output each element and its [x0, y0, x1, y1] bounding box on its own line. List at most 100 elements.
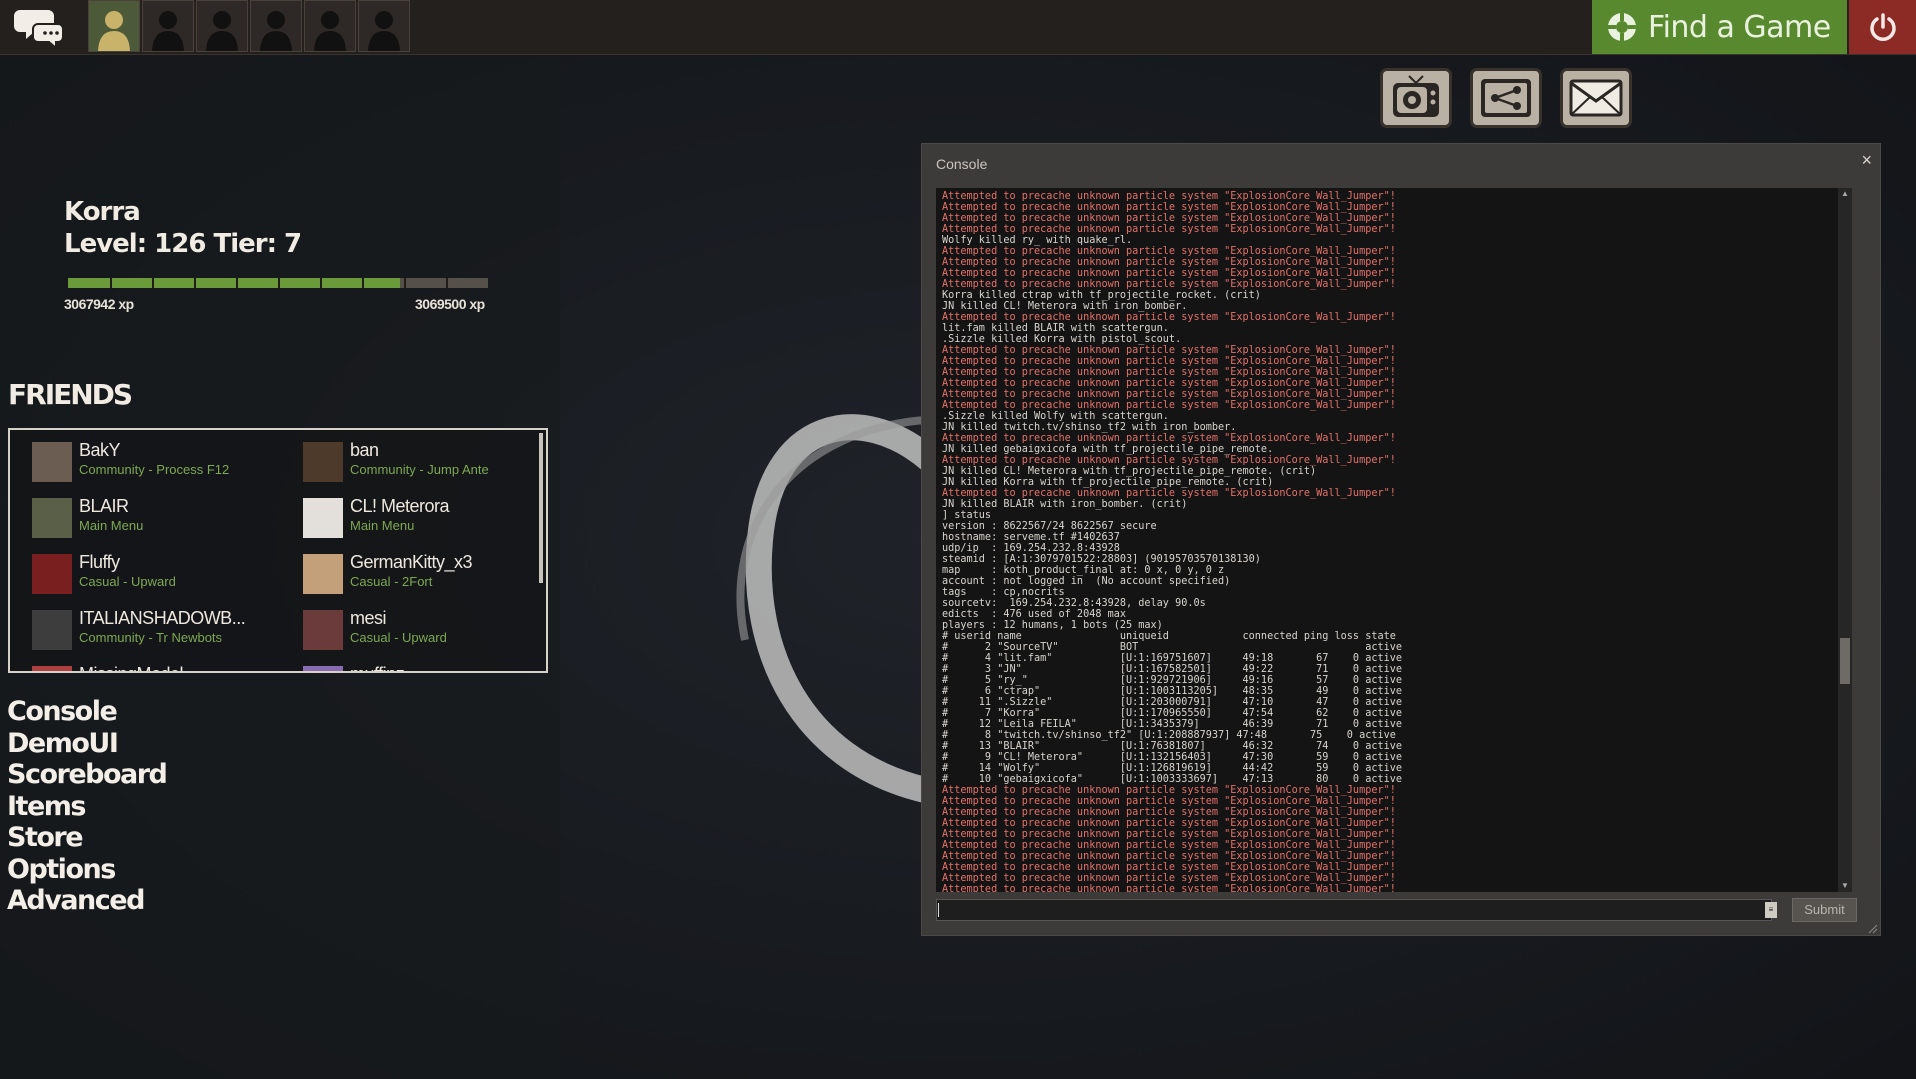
console-error-line: Attempted to precache unknown particle s… [942, 796, 1396, 807]
friend-item[interactable]: BLAIR Main Menu [32, 494, 292, 540]
friend-avatar [32, 554, 72, 594]
console-line: # 11 ".Sizzle" [U:1:203000791] 47:10 47 … [942, 697, 1403, 708]
console-window: Console × Attempted to precache unknown … [921, 143, 1881, 936]
console-line: edicts : 476 used of 2048 max [942, 609, 1127, 620]
console-line: # 12 "Leila FEILA" [U:1:3435379] 46:39 7… [942, 719, 1403, 730]
console-error-line: Attempted to precache unknown particle s… [942, 807, 1396, 818]
console-error-line: Attempted to precache unknown particle s… [942, 433, 1396, 444]
console-line: # 14 "Wolfy" [U:1:126819619] 44:42 59 0 … [942, 763, 1403, 774]
xp-segment-divider [278, 278, 280, 288]
friend-item[interactable]: ITALIANSHADOWB... Community - Tr Newbots [32, 606, 292, 652]
console-line: # 9 "CL! Meterora" [U:1:132156403] 47:30… [942, 752, 1403, 763]
friend-avatar [303, 610, 343, 650]
console-error-line: Attempted to precache unknown particle s… [942, 191, 1396, 202]
party-slot-empty[interactable] [196, 0, 248, 52]
resize-grip-icon[interactable] [1866, 921, 1878, 934]
console-error-line: Attempted to precache unknown particle s… [942, 389, 1396, 400]
menu-item-items[interactable]: Items [7, 791, 166, 823]
menu-item-store[interactable]: Store [7, 822, 166, 854]
friend-item[interactable]: muffinz [303, 662, 546, 671]
close-icon[interactable]: × [1861, 150, 1872, 171]
console-error-line: Attempted to precache unknown particle s… [942, 202, 1396, 213]
party-slot-self[interactable] [88, 0, 140, 52]
console-line: lit.fam killed BLAIR with scattergun. [942, 323, 1169, 334]
menu-item-advanced[interactable]: Advanced [7, 885, 166, 917]
friend-status: Casual - Upward [350, 630, 447, 645]
xp-segment-divider [194, 278, 196, 288]
friend-item[interactable]: BakY Community - Process F12 [32, 438, 292, 484]
console-error-line: Attempted to precache unknown particle s… [942, 356, 1396, 367]
friend-avatar [32, 610, 72, 650]
xp-current: 3067942 xp [64, 296, 134, 312]
friend-avatar [32, 498, 72, 538]
console-line: JN killed CL! Meterora with tf_projectil… [942, 466, 1317, 477]
console-line: # 13 "BLAIR" [U:1:76381807] 46:32 74 0 a… [942, 741, 1403, 752]
xp-next: 3069500 xp [415, 296, 485, 312]
party-slot-empty[interactable] [250, 0, 302, 52]
console-error-line: Attempted to precache unknown particle s… [942, 345, 1396, 356]
console-line: .Sizzle killed Korra with pistol_scout. [942, 334, 1182, 345]
friend-avatar [32, 666, 72, 671]
friend-avatar [303, 442, 343, 482]
console-line: # 8 "twitch.tv/shinso_tf2" [U:1:20888793… [942, 730, 1396, 741]
console-line: steamid : [A:1:3079701522:28803] (901957… [942, 554, 1261, 565]
power-icon[interactable] [1849, 0, 1916, 54]
party-slots [88, 0, 410, 52]
party-slot-empty[interactable] [304, 0, 356, 52]
find-game-label: Find a Game [1648, 9, 1831, 45]
workshop-icon[interactable] [1470, 68, 1542, 128]
friend-item[interactable]: ban Community - Jump Ante [303, 438, 546, 484]
friend-status: Main Menu [350, 518, 415, 533]
console-error-line: Attempted to precache unknown particle s… [942, 257, 1396, 268]
menu-item-options[interactable]: Options [7, 854, 166, 886]
friend-name: CL! Meterora [350, 496, 450, 516]
console-scrollbar[interactable]: ▲ ▼ [1838, 188, 1852, 892]
xp-progress-fill [68, 278, 400, 288]
console-error-line: Attempted to precache unknown particle s… [942, 367, 1396, 378]
console-line: hostname: serveme.tf #1402637 [942, 532, 1120, 543]
console-error-line: Attempted to precache unknown particle s… [942, 840, 1396, 851]
friend-avatar [303, 498, 343, 538]
friend-item[interactable]: CL! Meterora Main Menu [303, 494, 546, 540]
history-icon[interactable]: ≡ [1765, 902, 1777, 918]
friend-name: Fluffy [79, 552, 120, 572]
console-output: Attempted to precache unknown particle s… [936, 188, 1852, 892]
menu-item-demoui[interactable]: DemoUI [7, 728, 166, 760]
console-scroll-thumb[interactable] [1840, 638, 1850, 684]
console-error-line: Attempted to precache unknown particle s… [942, 378, 1396, 389]
console-error-line: Attempted to precache unknown particle s… [942, 246, 1396, 257]
party-slot-empty[interactable] [142, 0, 194, 52]
scroll-up-icon[interactable]: ▲ [1838, 188, 1852, 200]
friend-item[interactable]: mesi Casual - Upward [303, 606, 546, 652]
menu-item-scoreboard[interactable]: Scoreboard [7, 759, 168, 791]
console-error-line: Attempted to precache unknown particle s… [942, 785, 1396, 796]
console-line: Wolfy killed ry_ with quake_rl. [942, 235, 1133, 246]
console-line: ] status [942, 510, 992, 521]
console-input[interactable] [936, 899, 1772, 921]
xp-segment-divider [110, 278, 112, 288]
tv-icon[interactable] [1380, 68, 1452, 128]
console-line: # userid name uniqueid connected ping lo… [942, 631, 1396, 642]
mail-icon[interactable] [1560, 68, 1632, 128]
console-error-line: Attempted to precache unknown particle s… [942, 862, 1396, 873]
console-error-line: Attempted to precache unknown particle s… [942, 884, 1396, 892]
submit-button[interactable]: Submit [1792, 898, 1857, 922]
friend-item[interactable]: Fluffy Casual - Upward [32, 550, 292, 596]
console-line: # 6 "ctrap" [U:1:1003113205] 48:35 49 0 … [942, 686, 1403, 697]
friend-item[interactable]: GermanKitty_x3 Casual - 2Fort [303, 550, 546, 596]
chat-icon[interactable] [14, 4, 70, 52]
menu-item-console[interactable]: Console [7, 696, 166, 728]
console-line: sourcetv: 169.254.232.8:43928, delay 90.… [942, 598, 1206, 609]
console-line: JN killed BLAIR with iron_bomber. (crit) [942, 499, 1188, 510]
party-slot-empty[interactable] [358, 0, 410, 52]
find-game-button[interactable]: Find a Game [1592, 0, 1847, 54]
console-line: .Sizzle killed Wolfy with scattergun. [942, 411, 1169, 422]
input-caret [938, 903, 939, 917]
friend-item[interactable]: MissingModel [32, 662, 292, 671]
console-line: account : not logged in (No account spec… [942, 576, 1231, 587]
friend-status: Community - Jump Ante [350, 462, 489, 477]
scroll-down-icon[interactable]: ▼ [1838, 880, 1852, 892]
xp-segment-divider [152, 278, 154, 288]
friend-name: ITALIANSHADOWB... [79, 608, 246, 628]
console-error-line: Attempted to precache unknown particle s… [942, 224, 1396, 235]
